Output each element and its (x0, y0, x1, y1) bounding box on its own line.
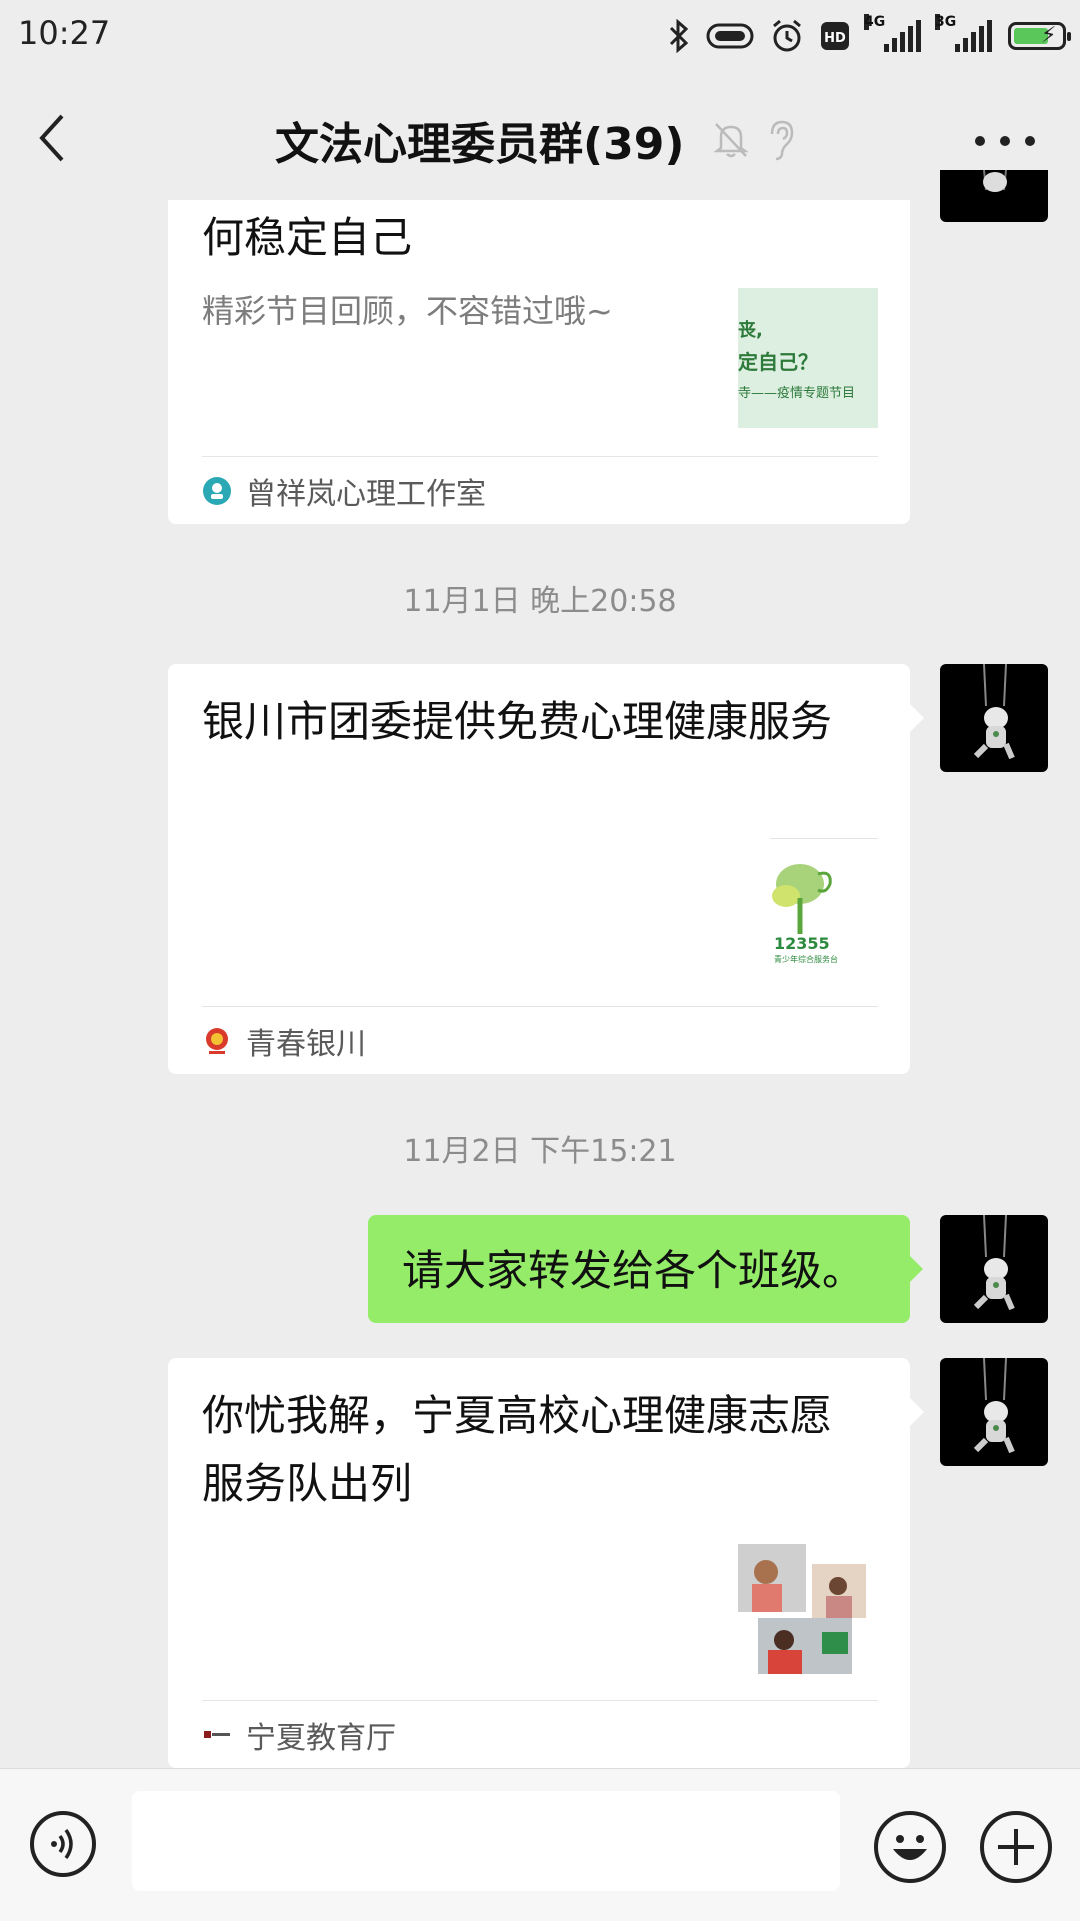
article-source: 曾祥岚心理工作室 (202, 456, 878, 525)
source-logo-icon (206, 1028, 228, 1054)
vibrate-icon (706, 21, 754, 51)
avatar[interactable] (940, 1358, 1048, 1466)
source-name: 曾祥岚心理工作室 (246, 477, 486, 512)
article-thumbnail (738, 1534, 878, 1680)
chat-header: 文法心理委员群(39) (0, 72, 1080, 204)
avatar[interactable] (940, 664, 1048, 772)
article-title: 银川市团委提供免费心理健康服务 (202, 697, 833, 746)
status-time: 10:27 (18, 14, 111, 52)
article-thumbnail: 丧, 定自己？ 寺——疫情专题节目 (738, 288, 878, 428)
article-source: 宁夏教育厅 (202, 1700, 878, 1769)
article-summary: 精彩节目回顾，不容错过哦~ (202, 292, 613, 330)
article-title: 何稳定自己 (202, 213, 413, 262)
message-input[interactable] (132, 1791, 840, 1891)
signal-4g-icon: 4G (864, 14, 921, 52)
plus-icon (998, 1829, 1034, 1865)
chevron-left-icon (39, 114, 64, 162)
chat-title: 文法心理委员群(39) (275, 119, 685, 170)
timestamp: 11月2日 下午15:21 (403, 1134, 677, 1169)
article-card[interactable]: 何稳定自己 精彩节目回顾，不容错过哦~ 丧, 定自己？ 寺——疫情专题节目 曾祥… (168, 200, 910, 524)
earpiece-mode-icon (766, 118, 796, 162)
source-name: 青春银川 (246, 1027, 366, 1062)
article-card[interactable]: 你忧我解，宁夏高校心理健康志愿服务队出列 宁夏教育厅 (168, 1358, 910, 1768)
bluetooth-icon (668, 19, 690, 53)
hd-icon: HD (820, 21, 850, 51)
status-icons: HD 4G 3G ⚡ (668, 14, 1071, 58)
timestamp: 11月1日 晚上20:58 (403, 584, 677, 619)
signal-3g-icon: 3G (935, 14, 992, 52)
emoji-button[interactable] (874, 1811, 946, 1883)
back-button[interactable] (30, 110, 74, 166)
bubble-tail (910, 704, 924, 732)
voice-button[interactable] (30, 1811, 96, 1877)
article-card[interactable]: 银川市团委提供免费心理健康服务 12355 青少年综合服务台 青春银川 (168, 664, 910, 1074)
avatar[interactable] (940, 170, 1048, 222)
bubble-tail (910, 1398, 924, 1426)
message-text: 请大家转发给各个班级。 (402, 1246, 865, 1295)
status-bar: 10:27 HD 4G 3G ⚡ (0, 0, 1080, 72)
alarm-icon (770, 19, 804, 53)
battery-charging-icon: ⚡ (1008, 22, 1071, 50)
source-logo-icon (203, 477, 231, 505)
article-source: 青春银川 (202, 1006, 878, 1075)
ellipsis-icon (975, 136, 985, 146)
more-button[interactable] (975, 136, 1035, 150)
source-logo-icon (204, 1731, 230, 1738)
svg-text:HD: HD (824, 31, 846, 46)
input-bar (0, 1768, 1080, 1921)
source-name: 宁夏教育厅 (246, 1721, 396, 1756)
plus-button[interactable] (980, 1811, 1052, 1883)
avatar[interactable] (940, 1215, 1048, 1323)
voice-icon (51, 1828, 73, 1860)
article-thumbnail: 12355 青少年综合服务台 (738, 846, 878, 986)
mute-icon (712, 120, 750, 160)
text-message-bubble[interactable]: 请大家转发给各个班级。 (368, 1215, 923, 1323)
article-title: 你忧我解，宁夏高校心理健康志愿服务队出列 (202, 1391, 833, 1508)
emoji-icon (893, 1835, 927, 1860)
